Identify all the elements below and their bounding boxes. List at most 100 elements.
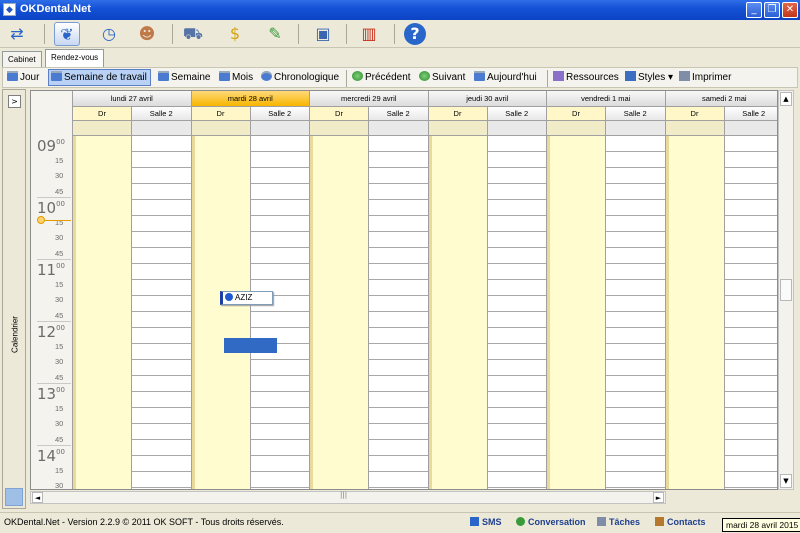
monitor-icon[interactable]: ▣ [310,22,336,46]
conversation-link[interactable]: Conversation [516,517,586,527]
minute-label: 15 [55,465,64,475]
minute-label: 15 [55,155,64,165]
all-day-cell[interactable] [369,121,429,136]
hour-minutes: 00 [56,200,66,208]
time-slot-column[interactable] [665,136,725,489]
bar-chart-icon[interactable]: ▥ [356,22,382,46]
help-icon[interactable]: ? [404,23,426,45]
contacts-link[interactable]: Contacts [655,517,706,527]
all-day-cell[interactable] [73,121,132,136]
hour-value: 10 [37,199,57,217]
tab-rendez-vous[interactable]: Rendez-vous [45,49,105,67]
date-tooltip: mardi 28 avril 2015 [722,518,800,532]
printer-icon [679,71,690,81]
horizontal-scrollbar[interactable]: ◄ ||| ► [30,491,666,504]
all-day-cell[interactable] [487,121,547,136]
all-day-cell[interactable] [724,121,777,136]
time-slot-column[interactable] [73,136,132,489]
print-button[interactable]: Imprimer [677,69,734,86]
clock-arrow-icon[interactable]: ◷ [96,22,122,46]
scroll-up-button[interactable]: ▲ [780,92,792,106]
calendar-icon [7,71,18,81]
time-slot-column[interactable] [487,136,547,489]
day-header[interactable]: mardi 28 avril [191,91,310,107]
conversation-icon [516,517,525,526]
view-month-button[interactable]: Mois [217,69,256,86]
minute-label: 45 [55,310,64,320]
time-slot-column[interactable] [724,136,777,489]
view-workweek-button[interactable]: Semaine de travail [48,69,151,86]
selected-time-slot[interactable] [224,338,277,353]
tab-cabinet[interactable]: Cabinet [2,51,42,67]
scroll-right-button[interactable]: ► [653,492,664,503]
transfer-icon[interactable]: ⇄ [4,22,30,46]
all-day-cell[interactable] [428,121,488,136]
scroll-down-button[interactable]: ▼ [780,474,792,488]
resource-header: Dr [547,107,606,121]
all-day-cell[interactable] [547,121,606,136]
hour-label: 1400 [37,447,65,465]
today-button[interactable]: Aujourd'hui [472,69,540,86]
time-slot-column[interactable] [250,136,310,489]
time-slot-column[interactable] [132,136,192,489]
view-day-button[interactable]: Jour [5,69,42,86]
all-day-cell[interactable] [191,121,251,136]
time-slot-column[interactable] [369,136,429,489]
all-day-cell[interactable] [606,121,666,136]
calendar-panel-label[interactable]: Calendrier [11,315,20,355]
maximize-button[interactable]: ❐ [764,2,780,18]
all-day-cell[interactable] [665,121,725,136]
time-slot-column[interactable] [428,136,488,489]
all-day-cell[interactable] [132,121,192,136]
scroll-grip-icon[interactable]: ||| [340,491,347,499]
view-timeline-button[interactable]: Chronologique [259,69,342,86]
day-header[interactable]: mercredi 29 avril [310,91,429,107]
day-header[interactable]: jeudi 30 avril [428,91,547,107]
minute-label: 15 [55,217,64,227]
toolbar-separator [346,70,347,87]
title-bar[interactable]: ◆ OKDental.Net _ ❐ ✕ [0,0,800,20]
hour-divider [37,259,71,260]
resource-header: Dr [73,107,132,121]
scroll-left-button[interactable]: ◄ [32,492,43,503]
timeline-icon [261,71,272,81]
previous-button[interactable]: Précédent [350,69,414,86]
next-button[interactable]: Suivant [417,69,468,86]
time-slot-column[interactable] [606,136,666,489]
time-slot-column[interactable] [310,136,369,489]
scroll-thumb[interactable] [780,279,792,301]
cart-icon[interactable]: ⛟ [180,22,206,46]
money-bag-icon[interactable]: $ [222,22,248,46]
day-header[interactable]: samedi 2 mai [665,91,777,107]
sms-link[interactable]: SMS [470,517,502,527]
styles-dropdown[interactable]: Styles ▾ [623,69,676,86]
time-slot-column[interactable] [191,136,251,489]
schedule-grid[interactable]: 0900 15 30 45 1000 15 30 45 1100 15 30 45 1200 15 30 45… [30,90,778,490]
hour-label: 1300 [37,385,65,403]
time-slot-column[interactable] [547,136,606,489]
resource-header: Salle 2 [250,107,310,121]
toolbar-separator [547,70,548,87]
hour-divider [37,197,71,198]
day-header[interactable]: vendredi 1 mai [547,91,666,107]
resource-header: Salle 2 [724,107,777,121]
notes-icon[interactable]: ✎ [262,22,288,46]
appointment-aziz[interactable]: AZIZ [220,291,273,305]
resources-button[interactable]: Ressources [551,69,622,86]
version-text: OKDental.Net - Version 2.2.9 © 2011 OK S… [4,517,284,527]
tasks-link[interactable]: Tâches [597,517,640,527]
all-day-cell[interactable] [310,121,369,136]
patient-icon[interactable]: ☻ [134,22,160,46]
resource-header: Dr [310,107,369,121]
expand-panel-button[interactable]: > [8,95,21,108]
tooth-icon[interactable]: ❦ [54,22,80,46]
minute-label: 30 [55,419,64,428]
vertical-scrollbar[interactable]: ▲ ▼ [778,90,794,490]
toolbar-separator [298,24,299,44]
all-day-cell[interactable] [250,121,310,136]
day-header[interactable]: lundi 27 avril [73,91,192,107]
view-week-button[interactable]: Semaine [156,69,213,86]
minimize-button[interactable]: _ [746,2,762,18]
close-button[interactable]: ✕ [782,2,798,18]
panel-toggle-block[interactable] [5,488,23,506]
